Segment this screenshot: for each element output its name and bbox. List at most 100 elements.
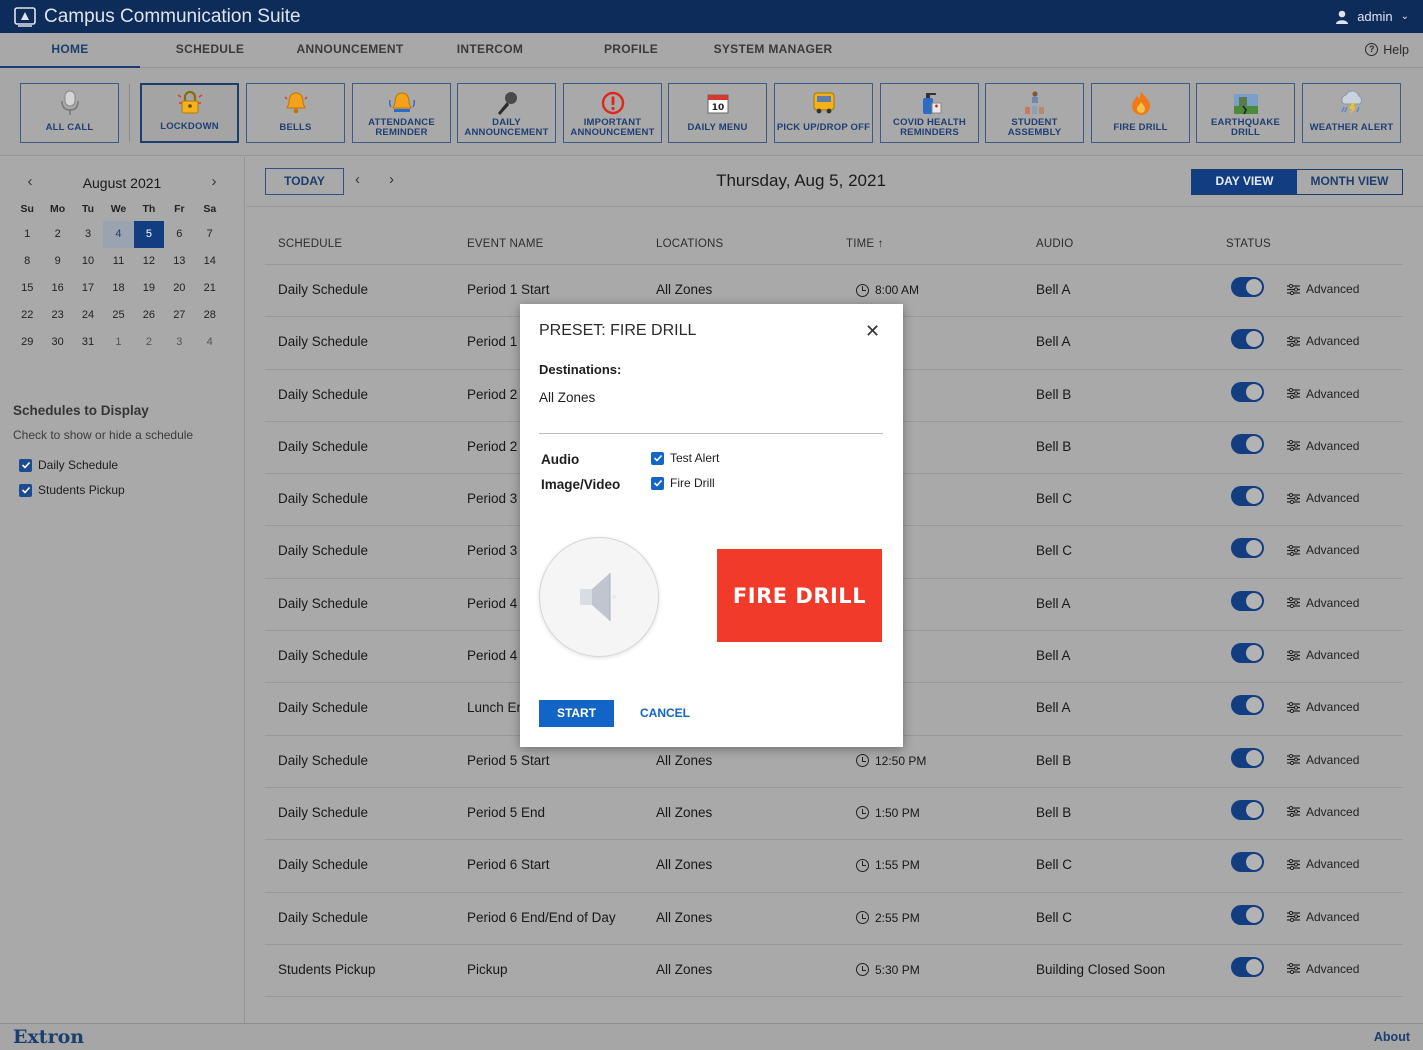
calendar-day[interactable]: 1 — [103, 329, 133, 356]
preset-bells[interactable]: BELLS — [246, 83, 345, 143]
preset-lockdown[interactable]: LOCKDOWN — [140, 83, 239, 143]
column-header[interactable]: SCHEDULE — [278, 238, 342, 250]
tab-intercom[interactable]: INTERCOM — [430, 33, 550, 68]
tab-profile[interactable]: PROFILE — [571, 33, 691, 68]
calendar-day[interactable]: 27 — [164, 302, 194, 329]
status-toggle[interactable] — [1231, 695, 1264, 716]
advanced-button[interactable]: Advanced — [1287, 805, 1359, 819]
calendar-day[interactable]: 17 — [73, 275, 103, 302]
calendar-day[interactable]: 29 — [12, 329, 42, 356]
checkbox-checked-icon[interactable] — [19, 458, 32, 472]
today-button[interactable]: TODAY — [265, 168, 344, 195]
calendar-day[interactable]: 3 — [164, 329, 194, 356]
audio-checkbox[interactable]: Test Alert — [651, 451, 719, 465]
preset-daily-menu[interactable]: 10 DAILY MENU — [668, 83, 767, 143]
advanced-button[interactable]: Advanced — [1287, 543, 1359, 557]
advanced-button[interactable]: Advanced — [1287, 910, 1359, 924]
advanced-button[interactable]: Advanced — [1287, 648, 1359, 662]
cancel-button[interactable]: CANCEL — [640, 706, 690, 720]
schedule-checkbox-pickup[interactable]: Students Pickup — [19, 483, 125, 497]
image-video-checkbox[interactable]: Fire Drill — [651, 476, 715, 490]
status-toggle[interactable] — [1231, 852, 1264, 873]
column-header[interactable]: LOCATIONS — [656, 238, 723, 250]
advanced-button[interactable]: Advanced — [1287, 334, 1359, 348]
status-toggle[interactable] — [1231, 643, 1264, 664]
calendar-day[interactable]: 23 — [42, 302, 72, 329]
advanced-button[interactable]: Advanced — [1287, 282, 1359, 296]
calendar-day[interactable]: 12 — [134, 248, 164, 275]
calendar-day[interactable]: 11 — [103, 248, 133, 275]
schedule-checkbox-daily[interactable]: Daily Schedule — [19, 458, 118, 472]
checkbox-checked-icon[interactable] — [19, 483, 32, 497]
start-button[interactable]: START — [539, 700, 614, 727]
advanced-button[interactable]: Advanced — [1287, 387, 1359, 401]
calendar-day[interactable]: 28 — [195, 302, 225, 329]
help-link[interactable]: ? Help — [1365, 33, 1409, 66]
preset-daily-announcement[interactable]: DAILY ANNOUNCEMENT — [457, 83, 556, 143]
tab-system-manager[interactable]: SYSTEM MANAGER — [705, 33, 841, 68]
calendar-day[interactable]: 26 — [134, 302, 164, 329]
calendar-day[interactable]: 15 — [12, 275, 42, 302]
about-link[interactable]: About — [1374, 1030, 1410, 1044]
table-row[interactable]: Daily Schedule Period 6 Start All Zones 1:5… — [265, 840, 1403, 893]
calendar-day[interactable]: 4 — [103, 221, 134, 248]
preset-weather-alert[interactable]: WEATHER ALERT — [1302, 83, 1401, 143]
tab-announcement[interactable]: ANNOUNCEMENT — [290, 33, 410, 68]
status-toggle[interactable] — [1231, 904, 1264, 925]
calendar-day[interactable]: 16 — [42, 275, 72, 302]
calendar-day[interactable]: 3 — [73, 221, 103, 248]
tab-home[interactable]: HOME — [0, 33, 140, 68]
checkbox-checked-icon[interactable] — [651, 476, 664, 490]
checkbox-checked-icon[interactable] — [651, 451, 664, 465]
user-menu[interactable]: admin ⌄ — [1335, 0, 1409, 33]
close-icon[interactable]: ✕ — [865, 322, 880, 340]
preset-fire-drill[interactable]: FIRE DRILL — [1091, 83, 1190, 143]
advanced-button[interactable]: Advanced — [1287, 962, 1359, 976]
status-toggle[interactable] — [1231, 799, 1264, 820]
calendar-day[interactable]: 4 — [195, 329, 225, 356]
advanced-button[interactable]: Advanced — [1287, 857, 1359, 871]
preset-all-call[interactable]: ALL CALL — [20, 83, 119, 143]
column-header[interactable]: EVENT NAME — [467, 238, 544, 250]
preset-earthquake-drill[interactable]: EARTHQUAKE DRILL — [1196, 83, 1295, 143]
advanced-button[interactable]: Advanced — [1287, 439, 1359, 453]
status-toggle[interactable] — [1231, 329, 1264, 350]
table-row[interactable]: Daily Schedule Period 6 End/End of Day All… — [265, 893, 1403, 945]
status-toggle[interactable] — [1231, 433, 1264, 454]
day-view-button[interactable]: DAY VIEW — [1192, 170, 1297, 194]
calendar-day[interactable]: 1 — [12, 221, 42, 248]
column-header[interactable]: AUDIO — [1036, 238, 1073, 250]
calendar-day[interactable]: 20 — [164, 275, 194, 302]
calendar-day[interactable]: 30 — [42, 329, 72, 356]
calendar-day[interactable]: 31 — [73, 329, 103, 356]
calendar-day[interactable]: 6 — [164, 221, 194, 248]
calendar-day[interactable]: 10 — [73, 248, 103, 275]
status-toggle[interactable] — [1231, 590, 1264, 611]
month-view-button[interactable]: MONTH VIEW — [1297, 170, 1402, 194]
preset-attendance-reminder[interactable]: ATTENDANCE REMINDER — [352, 83, 451, 143]
advanced-button[interactable]: Advanced — [1287, 753, 1359, 767]
calendar-day[interactable]: 21 — [195, 275, 225, 302]
calendar-day[interactable]: 2 — [42, 221, 72, 248]
status-toggle[interactable] — [1231, 486, 1264, 507]
prev-day-icon[interactable]: ‹ — [355, 171, 360, 188]
calendar-day[interactable]: 13 — [164, 248, 194, 275]
calendar-day[interactable]: 2 — [134, 329, 164, 356]
status-toggle[interactable] — [1231, 538, 1264, 559]
column-header[interactable]: STATUS — [1226, 238, 1271, 250]
calendar-next-icon[interactable]: › — [206, 174, 222, 189]
calendar-day[interactable]: 18 — [103, 275, 133, 302]
advanced-button[interactable]: Advanced — [1287, 596, 1359, 610]
preset-covid-health[interactable]: COVID HEALTH REMINDERS — [880, 83, 979, 143]
tab-schedule[interactable]: SCHEDULE — [150, 33, 270, 68]
preset-important-announcement[interactable]: IMPORTANT ANNOUNCEMENT — [563, 83, 662, 143]
advanced-button[interactable]: Advanced — [1287, 491, 1359, 505]
status-toggle[interactable] — [1231, 956, 1264, 977]
calendar-day[interactable]: 25 — [103, 302, 133, 329]
calendar-day[interactable]: 19 — [134, 275, 164, 302]
advanced-button[interactable]: Advanced — [1287, 700, 1359, 714]
calendar-day[interactable]: 7 — [195, 221, 225, 248]
calendar-day[interactable]: 24 — [73, 302, 103, 329]
status-toggle[interactable] — [1231, 277, 1264, 297]
calendar-day[interactable]: 22 — [12, 302, 42, 329]
